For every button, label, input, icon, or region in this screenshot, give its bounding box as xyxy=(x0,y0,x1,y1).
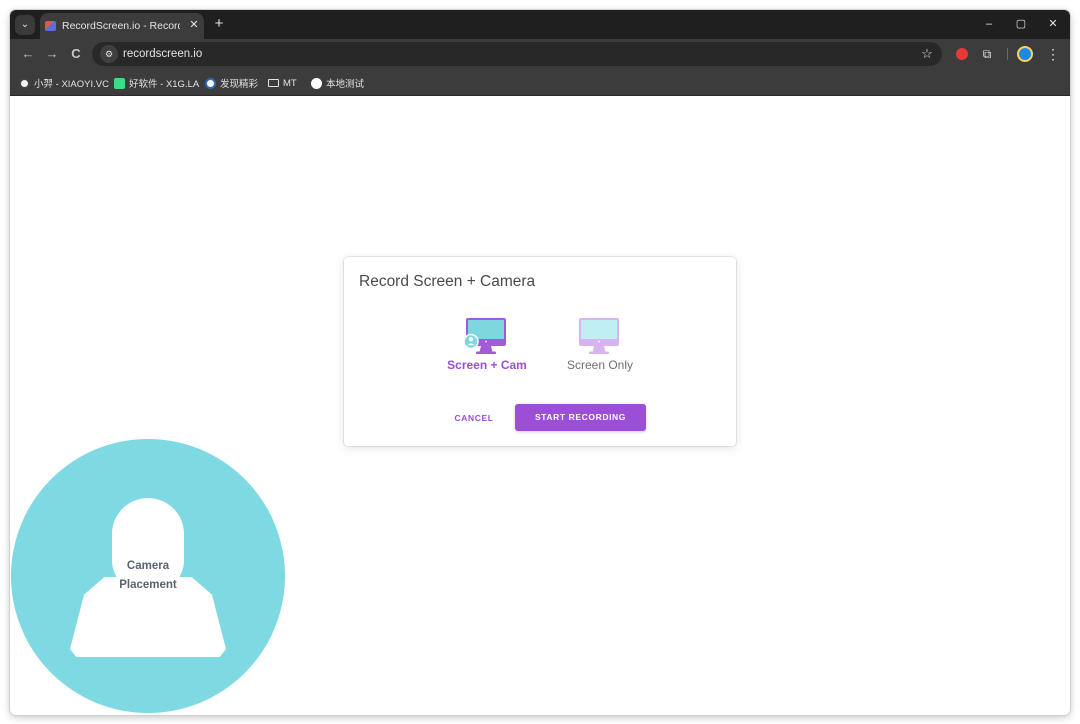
site-info-icon[interactable]: ⚙ xyxy=(100,45,118,63)
globe-icon xyxy=(311,77,322,89)
camera-label-line1: Camera xyxy=(126,560,170,572)
bookmark-local-test[interactable]: 本地测试 xyxy=(311,75,364,91)
start-recording-button[interactable]: START RECORDING xyxy=(515,404,646,431)
url-text[interactable]: recordscreen.io xyxy=(123,46,202,62)
folder-icon xyxy=(268,79,279,87)
wordpress-icon xyxy=(205,77,216,89)
minimize-button[interactable]: – xyxy=(979,15,999,33)
back-button[interactable]: ← xyxy=(19,45,37,63)
bookmark-label: 好软件 - X1G.LA xyxy=(129,79,200,90)
page-viewport: Record Screen + Camera Screen + Cam Scre… xyxy=(10,97,1070,715)
option-screen-only[interactable]: Screen Only xyxy=(555,315,645,379)
bookmarks-bar: 小羿 - XIAOYI.VC 好软件 - X1G.LA 发现精彩 MT 本地测试 xyxy=(10,69,1070,96)
bookmark-star-icon[interactable]: ☆ xyxy=(918,45,936,63)
reload-button[interactable]: C xyxy=(67,45,85,63)
camera-placement-label: Camera Placement xyxy=(98,557,198,595)
tab-title: RecordScreen.io - Record you xyxy=(62,20,180,32)
extensions-puzzle-icon[interactable]: ⧉ xyxy=(978,45,996,63)
monitor-icon xyxy=(579,318,619,354)
bookmark-label: 发现精彩 xyxy=(220,79,259,90)
browser-toolbar: ← → C ⚙ recordscreen.io ☆ ⧉ ⋮ xyxy=(10,39,1070,69)
bookmark-label: 本地测试 xyxy=(326,79,365,90)
new-tab-button[interactable]: + xyxy=(210,15,228,33)
maximize-button[interactable]: ▢ xyxy=(1011,15,1031,33)
bookmark-discover[interactable]: 发现精彩 xyxy=(205,75,258,91)
tab-recordscreen[interactable]: RecordScreen.io - Record you ✕ xyxy=(40,13,204,39)
avatar-icon xyxy=(19,77,30,89)
option-screen-cam[interactable]: Screen + Cam xyxy=(442,315,532,379)
extension-red-icon[interactable] xyxy=(953,45,971,63)
address-bar[interactable]: ⚙ recordscreen.io ☆ xyxy=(92,42,942,66)
bookmark-label: MT xyxy=(283,77,297,89)
record-dialog: Record Screen + Camera Screen + Cam Scre… xyxy=(344,257,736,446)
close-window-button[interactable]: ✕ xyxy=(1043,15,1063,33)
profile-avatar-icon[interactable] xyxy=(1016,45,1034,63)
toolbar-separator xyxy=(1007,48,1008,60)
bookmark-x1g[interactable]: 好软件 - X1G.LA xyxy=(114,75,199,91)
bookmark-label: 小羿 - XIAOYI.VC xyxy=(34,79,109,90)
bookmark-xiaoyi[interactable]: 小羿 - XIAOYI.VC xyxy=(19,75,109,91)
browser-window: ⌄ RecordScreen.io - Record you ✕ + – ▢ ✕… xyxy=(10,10,1070,715)
chevron-down-icon: ⌄ xyxy=(20,19,30,30)
cancel-button[interactable]: CANCEL xyxy=(444,405,504,432)
camera-placement-preview[interactable]: Camera Placement xyxy=(11,439,285,713)
tab-strip: ⌄ RecordScreen.io - Record you ✕ + – ▢ ✕ xyxy=(10,10,1070,39)
dialog-title: Record Screen + Camera xyxy=(359,273,536,290)
tab-search-button[interactable]: ⌄ xyxy=(15,15,35,35)
recordscreen-favicon-icon xyxy=(45,21,56,31)
monitor-with-camera-icon xyxy=(464,318,506,354)
app-icon xyxy=(114,77,125,89)
camera-label-line2: Placement xyxy=(119,579,177,591)
menu-icon[interactable]: ⋮ xyxy=(1044,45,1062,63)
close-tab-icon[interactable]: ✕ xyxy=(186,17,202,33)
option-label: Screen + Cam xyxy=(447,358,527,372)
forward-button[interactable]: → xyxy=(43,45,61,63)
bookmark-folder-mt[interactable]: MT xyxy=(268,75,297,91)
option-label: Screen Only xyxy=(566,358,634,372)
